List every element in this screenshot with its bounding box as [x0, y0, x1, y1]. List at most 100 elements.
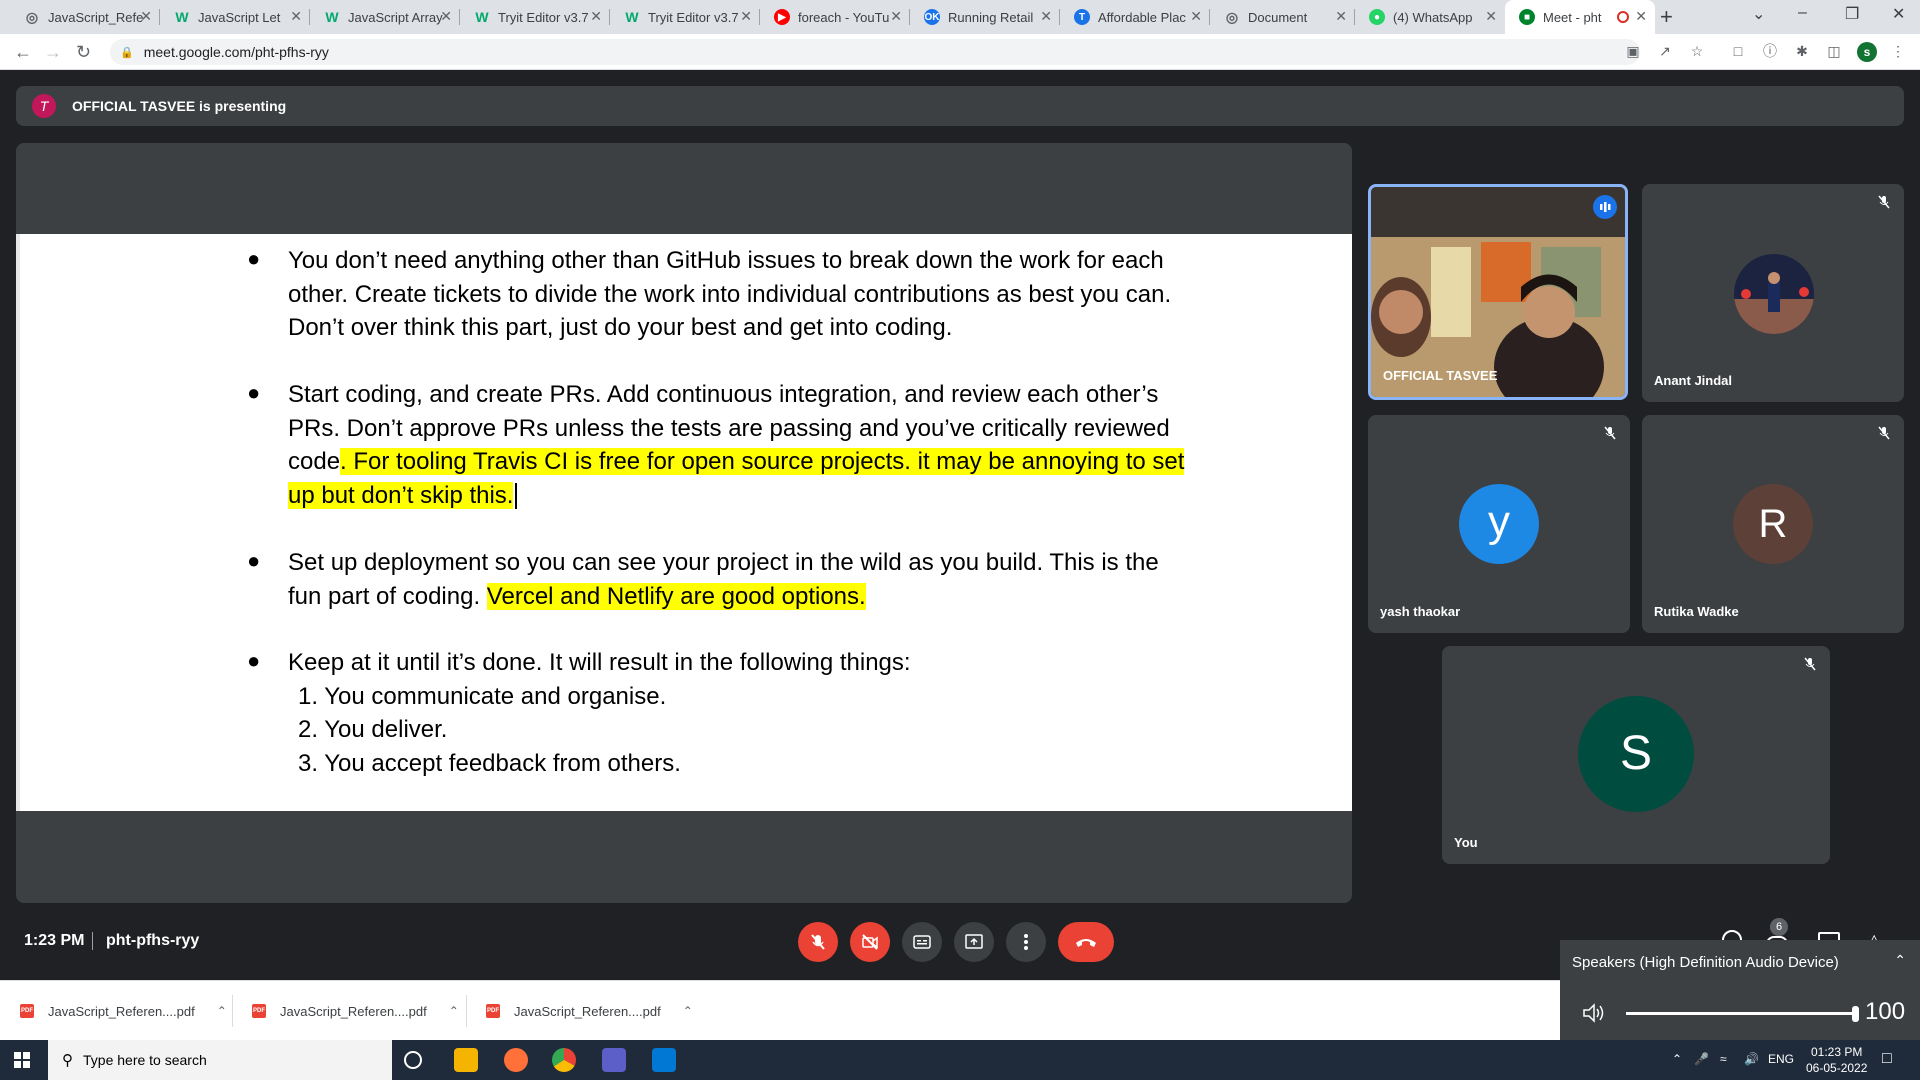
download-item[interactable]: PDF JavaScript_Referen....pdf ⌃ — [486, 981, 693, 1041]
globe-icon: ◎ — [1225, 8, 1239, 25]
bullet-dot: ● — [247, 548, 261, 573]
avatar-initial: R — [1733, 484, 1813, 564]
download-item[interactable]: PDF JavaScript_Referen....pdf ⌃ — [20, 981, 227, 1041]
taskbar-clock[interactable]: 01:23 PM 06-05-2022 — [1806, 1044, 1867, 1076]
participant-tile-anant-jindal[interactable]: Anant Jindal — [1642, 184, 1904, 402]
profile-avatar[interactable]: s — [1857, 42, 1877, 62]
close-tab-icon[interactable]: ✕ — [740, 8, 752, 25]
volume-slider-thumb[interactable] — [1852, 1006, 1859, 1022]
pdf-file-icon: PDF — [486, 1004, 500, 1018]
extension-icon[interactable]: □ — [1730, 43, 1746, 59]
reload-icon[interactable]: ↻ — [76, 42, 91, 63]
participant-tile-rutika-wadke[interactable]: R Rutika Wadke — [1642, 415, 1904, 633]
present-screen-button[interactable] — [954, 922, 994, 962]
close-tab-icon[interactable]: ✕ — [1040, 8, 1052, 25]
firefox-icon[interactable] — [504, 1048, 528, 1072]
tab-8[interactable]: T Affordable Plac ✕ — [1060, 0, 1210, 34]
highlighted-text: up but don’t skip this. — [288, 481, 514, 509]
participant-name: OFFICIAL TASVEE — [1383, 368, 1498, 383]
participant-name: You — [1454, 835, 1478, 850]
tab-5[interactable]: W Tryit Editor v3.7 ✕ — [610, 0, 760, 34]
file-explorer-icon[interactable] — [454, 1048, 478, 1072]
audio-device-name[interactable]: Speakers (High Definition Audio Device) — [1572, 954, 1839, 971]
camera-toggle-button[interactable] — [850, 922, 890, 962]
side-panel-icon[interactable]: ◫ — [1826, 43, 1842, 59]
share-icon[interactable]: ↗ — [1657, 43, 1673, 59]
chevron-up-icon[interactable]: ⌃ — [1894, 952, 1906, 969]
chevron-up-icon[interactable]: ⌃ — [1672, 1052, 1682, 1066]
vscode-icon[interactable] — [652, 1048, 676, 1072]
close-tab-icon[interactable]: ✕ — [590, 8, 602, 25]
info-icon[interactable]: ⓘ — [1762, 43, 1778, 59]
close-window-button[interactable]: ✕ — [1892, 4, 1905, 24]
close-tab-icon[interactable]: ✕ — [1485, 8, 1497, 25]
bullet-dot: ● — [247, 648, 261, 673]
tab-11[interactable]: ■ Meet - pht ✕ — [1505, 0, 1655, 34]
slide-text-line: Keep at it until it’s done. It will resu… — [288, 646, 911, 680]
url-bar[interactable]: 🔒 meet.google.com/pht-pfhs-ryy — [110, 39, 1640, 65]
tab-2[interactable]: W JavaScript Let ✕ — [160, 0, 310, 34]
puzzle-icon[interactable]: ✱ — [1794, 43, 1810, 59]
close-tab-icon[interactable]: ✕ — [140, 8, 152, 25]
bullet-dot: ● — [247, 380, 261, 405]
tab-4[interactable]: W Tryit Editor v3.7 ✕ — [460, 0, 610, 34]
participant-tile-yash-thaokar[interactable]: y yash thaokar — [1368, 415, 1630, 633]
windows-start-icon[interactable] — [14, 1052, 30, 1068]
meeting-clock: 1:23 PM — [24, 932, 85, 949]
volume-value: 100 — [1865, 998, 1906, 1025]
close-tab-icon[interactable]: ✕ — [890, 8, 902, 25]
close-tab-icon[interactable]: ✕ — [1190, 8, 1202, 25]
new-tab-button[interactable]: + — [1660, 4, 1673, 30]
numbered-item: 1. You communicate and organise. — [298, 682, 667, 710]
participant-tile-you[interactable]: S You — [1442, 646, 1830, 864]
back-icon[interactable]: ← — [14, 42, 32, 63]
chevron-up-icon[interactable]: ⌃ — [217, 1004, 227, 1018]
maximize-button[interactable]: ❐ — [1845, 4, 1859, 24]
task-view-icon[interactable] — [404, 1051, 422, 1069]
more-options-button[interactable] — [1006, 922, 1046, 962]
notifications-icon[interactable]: □ — [1882, 1050, 1892, 1068]
close-tab-icon[interactable]: ✕ — [1635, 8, 1647, 25]
tab-3[interactable]: W JavaScript Array ✕ — [310, 0, 460, 34]
taskbar-search-box[interactable]: ⚲ Type here to search — [48, 1040, 392, 1080]
captions-button[interactable] — [902, 922, 942, 962]
slide-text: Don’t over think this part, just do your… — [288, 314, 953, 341]
camera-icon[interactable]: ▣ — [1625, 43, 1641, 59]
meeting-code: pht-pfhs-ryy — [106, 932, 200, 949]
language-indicator[interactable]: ENG — [1768, 1052, 1794, 1066]
participant-name: yash thaokar — [1380, 604, 1461, 619]
tab-search-icon[interactable]: ⌄ — [1752, 4, 1765, 24]
microphone-icon[interactable]: 🎤 — [1694, 1052, 1709, 1066]
download-item[interactable]: PDF JavaScript_Referen....pdf ⌃ — [252, 981, 459, 1041]
menu-kebab-icon[interactable]: ⋮ — [1890, 43, 1906, 59]
speaker-icon[interactable] — [1582, 1002, 1608, 1024]
tab-1[interactable]: ◎ JavaScript_Refe ✕ — [10, 0, 160, 34]
volume-icon[interactable]: 🔊 — [1744, 1052, 1759, 1066]
tab-7[interactable]: OK Running Retail ✕ — [910, 0, 1060, 34]
volume-slider[interactable] — [1626, 1006, 1859, 1022]
slide-text: other. Create tickets to divide the work… — [288, 280, 1172, 308]
close-tab-icon[interactable]: ✕ — [290, 8, 302, 25]
tab-9[interactable]: ◎ Document ✕ — [1210, 0, 1355, 34]
divider — [92, 932, 93, 950]
chrome-icon[interactable] — [552, 1048, 576, 1072]
url-text: meet.google.com/pht-pfhs-ryy — [143, 44, 329, 60]
wifi-icon[interactable]: ≈ — [1720, 1052, 1727, 1066]
more-vert-icon — [1024, 934, 1028, 950]
mic-toggle-button[interactable] — [798, 922, 838, 962]
tab-6[interactable]: ▶ foreach - YouTu ✕ — [760, 0, 910, 34]
participant-tile-official-tasvee[interactable]: OFFICIAL TASVEE — [1368, 184, 1628, 400]
close-tab-icon[interactable]: ✕ — [1335, 8, 1347, 25]
bookmark-star-icon[interactable]: ☆ — [1689, 43, 1705, 59]
chevron-up-icon[interactable]: ⌃ — [449, 1004, 459, 1018]
mic-off-icon — [1604, 426, 1616, 440]
video-feed — [1371, 187, 1625, 397]
minimize-button[interactable]: – — [1798, 4, 1807, 22]
chevron-up-icon[interactable]: ⌃ — [683, 1004, 693, 1018]
teams-icon[interactable] — [602, 1048, 626, 1072]
presentation-stage: ● You don’t need anything other than GitH… — [16, 143, 1352, 903]
close-tab-icon[interactable]: ✕ — [440, 8, 452, 25]
forward-icon[interactable]: → — [44, 42, 62, 63]
leave-call-button[interactable] — [1058, 922, 1114, 962]
tab-10[interactable]: ● (4) WhatsApp ✕ — [1355, 0, 1505, 34]
